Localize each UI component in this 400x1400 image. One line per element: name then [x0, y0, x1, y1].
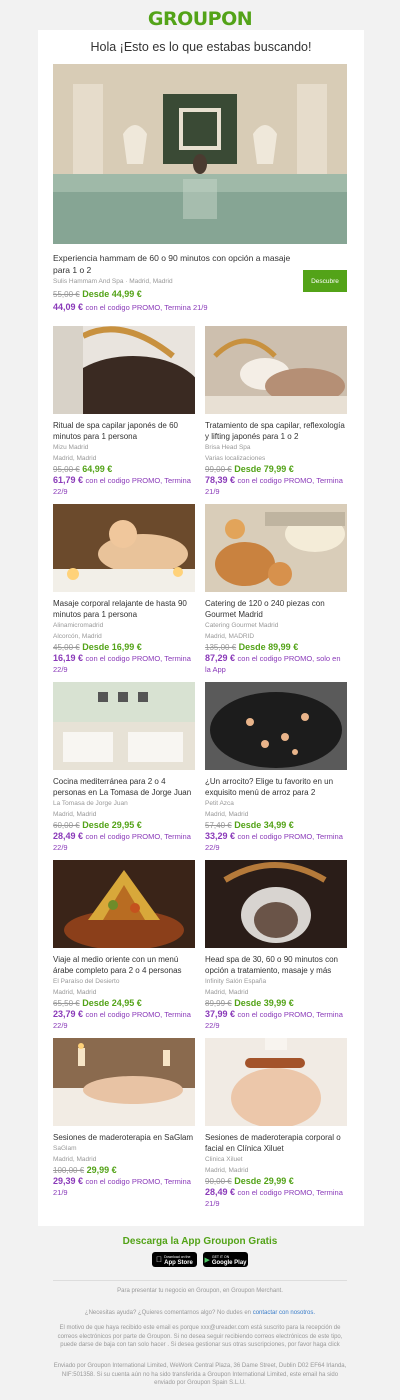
deal-title[interactable]: Sesiones de maderoterapia corporal o fac…: [205, 1132, 347, 1154]
app-store-badge[interactable]:  Download on the App Store: [152, 1252, 197, 1267]
deal-merchant: Petit Azca: [205, 800, 234, 807]
deal-card[interactable]: Ritual de spa capilar japonés de 60 minu…: [53, 326, 195, 497]
deal-image[interactable]: [205, 504, 347, 592]
groupon-logo[interactable]: GROUPON: [0, 8, 400, 30]
new-price: Desde 44,99 €: [82, 289, 142, 299]
hero-price: 55,00 € Desde 44,99 €: [53, 289, 142, 299]
deal-location: Madrid, MADRID: [205, 632, 255, 640]
deal-image[interactable]: [53, 860, 195, 948]
deal-location: Madrid, Madrid: [205, 1166, 249, 1174]
deal-merchant: El Paraíso del Desierto: [53, 978, 120, 985]
deal-image[interactable]: [53, 504, 195, 592]
deal-merchant: Brisa Head Spa: [205, 444, 251, 451]
deal-title[interactable]: Viaje al medio oriente con un menú árabe…: [53, 954, 195, 976]
google-play-badge[interactable]: ▶ GET IT ON Google Play: [203, 1252, 248, 1267]
hero-promo: 44,09 € con el codigo PROMO, Termina 21/…: [53, 302, 208, 312]
app-download-title: Descarga la App Groupon Gratis: [122, 1236, 278, 1247]
deal-price: 65,50 € Desde 24,95 €: [53, 998, 142, 1008]
deal-card[interactable]: ¿Un arrocito? Elige tu favorito en un ex…: [205, 682, 347, 853]
deal-price: 89,99 € Desde 39,99 €: [205, 998, 294, 1008]
deal-location: Madrid, Madrid: [205, 988, 249, 996]
old-price: 55,00 €: [53, 290, 80, 299]
footer-help: ¿Necesitas ayuda? ¿Quieres comentarnos a…: [84, 1310, 316, 1316]
deal-price: 90,00 € Desde 29,99 €: [205, 1176, 294, 1186]
deal-promo: 16,19 € con el codigo PROMO, Termina 22/…: [53, 653, 191, 674]
headline: Hola ¡Esto es lo que estabas buscando!: [90, 40, 312, 54]
contact-link[interactable]: contactar con nosotros.: [253, 1310, 315, 1316]
deal-merchant: Alinamicromadrid: [53, 622, 104, 629]
deal-card[interactable]: Viaje al medio oriente con un menú árabe…: [53, 860, 195, 1031]
deal-title[interactable]: Head spa de 30, 60 o 90 minutos con opci…: [205, 954, 347, 976]
deal-promo: 78,39 € con el codigo PROMO, Termina 21/…: [205, 475, 343, 496]
deal-title[interactable]: Ritual de spa capilar japonés de 60 minu…: [53, 420, 195, 442]
deal-image[interactable]: [205, 326, 347, 414]
deal-location: Alcorcón, Madrid: [53, 632, 102, 640]
deal-card[interactable]: Sesiones de maderoterapia corporal o fac…: [205, 1038, 347, 1209]
deal-price: 45,00 € Desde 16,99 €: [53, 642, 142, 652]
deal-promo: 28,49 € con el codigo PROMO, Termina 21/…: [205, 1187, 343, 1208]
deal-image[interactable]: [53, 1038, 195, 1126]
apple-icon: : [156, 1255, 162, 1264]
deal-price: 99,00 € Desde 79,99 €: [205, 464, 294, 474]
deal-merchant: Catering Gourmet Madrid: [205, 622, 279, 629]
deal-location: Madrid, Madrid: [53, 988, 97, 996]
deal-title[interactable]: Sesiones de maderoterapia en SaGlam: [53, 1132, 195, 1143]
deal-title[interactable]: Cocina mediterránea para 2 o 4 personas …: [53, 776, 195, 798]
deal-price: 60,00 € Desde 29,95 €: [53, 820, 142, 830]
deal-promo: 61,79 € con el codigo PROMO, Termina 22/…: [53, 475, 191, 496]
deal-card[interactable]: Masaje corporal relajante de hasta 90 mi…: [53, 504, 195, 675]
deal-title[interactable]: ¿Un arrocito? Elige tu favorito en un ex…: [205, 776, 347, 798]
play-icon: ▶: [204, 1256, 210, 1264]
footer-merchant: Para presentar tu negocio en Groupon, en…: [117, 1288, 283, 1294]
deal-promo: 29,39 € con el codigo PROMO, Termina 21/…: [53, 1176, 191, 1197]
deal-promo: 87,29 € con el codigo PROMO, solo en la …: [205, 653, 341, 674]
deal-price: 100,00 € 29,99 €: [53, 1165, 117, 1175]
deal-title[interactable]: Masaje corporal relajante de hasta 90 mi…: [53, 598, 195, 620]
deal-location: Madrid, Madrid: [53, 454, 97, 462]
deal-location: Madrid, Madrid: [53, 1155, 97, 1163]
footer-reason: El motivo de que haya recibido este emai…: [57, 1325, 343, 1348]
deal-card[interactable]: Tratamiento de spa capilar, reflexología…: [205, 326, 347, 497]
deal-card[interactable]: Cocina mediterránea para 2 o 4 personas …: [53, 682, 195, 853]
deal-location: Varias localizaciones: [205, 454, 266, 462]
deal-merchant: Mizu Madrid: [53, 444, 89, 451]
deal-card[interactable]: Head spa de 30, 60 o 90 minutos con opci…: [205, 860, 347, 1031]
descubre-button[interactable]: Descubre: [303, 270, 347, 292]
deal-promo: 33,29 € con el codigo PROMO, Termina 22/…: [205, 831, 343, 852]
deal-image[interactable]: [53, 326, 195, 414]
deal-image[interactable]: [53, 682, 195, 770]
app-badges:  Download on the App Store ▶ GET IT ON …: [0, 1252, 400, 1267]
deal-location: Madrid, Madrid: [53, 810, 97, 818]
deal-title[interactable]: Tratamiento de spa capilar, reflexología…: [205, 420, 347, 442]
hero-title[interactable]: Experiencia hammam de 60 o 90 minutos co…: [53, 252, 298, 276]
deal-price: 135,00 € Desde 89,99 €: [205, 642, 299, 652]
hero-merchant: Sulis Hammam And Spa · Madrid, Madrid: [53, 278, 173, 285]
deal-image[interactable]: [205, 682, 347, 770]
deal-card[interactable]: Sesiones de maderoterapia en SaGlam SaGl…: [53, 1038, 195, 1198]
footer-sender: Enviado por Groupon International Limite…: [53, 1363, 347, 1386]
deal-promo: 28,49 € con el codigo PROMO, Termina 22/…: [53, 831, 191, 852]
deal-location: Madrid, Madrid: [205, 810, 249, 818]
deal-image[interactable]: [205, 1038, 347, 1126]
deal-price: 95,00 € 64,99 €: [53, 464, 113, 474]
deal-merchant: Infinity Salón España: [205, 978, 267, 985]
deal-promo: 37,99 € con el codigo PROMO, Termina 22/…: [205, 1009, 343, 1030]
hero-image[interactable]: [53, 64, 347, 244]
deal-merchant: SaGlam: [53, 1145, 77, 1152]
deal-price: 57,40 € Desde 34,99 €: [205, 820, 294, 830]
deal-card[interactable]: Catering de 120 o 240 piezas con Gourmet…: [205, 504, 347, 675]
deal-merchant: La Tomasa de Jorge Juan: [53, 800, 128, 807]
deal-merchant: Clinica Xiluet: [205, 1156, 243, 1163]
deal-image[interactable]: [205, 860, 347, 948]
deal-title[interactable]: Catering de 120 o 240 piezas con Gourmet…: [205, 598, 347, 620]
deal-promo: 23,79 € con el codigo PROMO, Termina 22/…: [53, 1009, 191, 1030]
footer-divider: [53, 1280, 347, 1281]
